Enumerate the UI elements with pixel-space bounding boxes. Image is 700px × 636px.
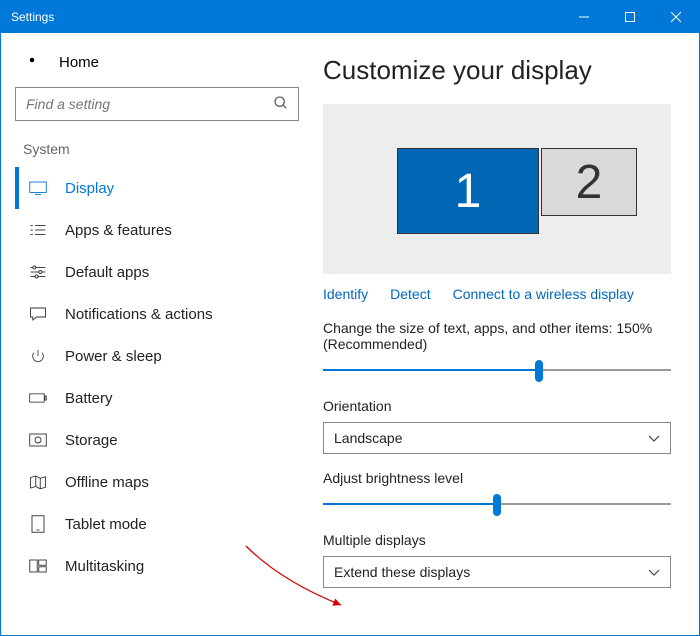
brightness-label: Adjust brightness level — [323, 470, 671, 486]
orientation-label: Orientation — [323, 398, 671, 414]
maximize-button[interactable] — [607, 1, 653, 33]
multi-display-select[interactable]: Extend these displays — [323, 556, 671, 588]
monitor-1[interactable]: 1 — [397, 148, 539, 234]
sidebar: Home System Display Apps & features Defa… — [1, 33, 313, 635]
defaults-icon — [29, 263, 47, 281]
main-panel: Customize your display 1 2 Identify Dete… — [313, 33, 699, 635]
chat-icon — [29, 305, 47, 323]
sidebar-item-label: Offline maps — [65, 474, 149, 491]
scale-slider[interactable] — [323, 358, 671, 384]
home-button[interactable]: Home — [15, 47, 299, 87]
titlebar: Settings — [1, 1, 699, 33]
orientation-value: Landscape — [334, 430, 403, 446]
sidebar-item-maps[interactable]: Offline maps — [15, 461, 299, 503]
search-input[interactable] — [15, 87, 299, 121]
sidebar-item-label: Tablet mode — [65, 516, 147, 533]
sidebar-item-apps[interactable]: Apps & features — [15, 209, 299, 251]
nav-group-label: System — [15, 135, 299, 167]
window-title: Settings — [11, 10, 561, 24]
storage-icon — [29, 431, 47, 449]
sidebar-item-label: Multitasking — [65, 558, 144, 575]
sidebar-item-multitasking[interactable]: Multitasking — [15, 545, 299, 587]
minimize-button[interactable] — [561, 1, 607, 33]
display-icon — [29, 179, 47, 197]
map-icon — [29, 473, 47, 491]
scale-label: Change the size of text, apps, and other… — [323, 320, 671, 352]
sidebar-item-power[interactable]: Power & sleep — [15, 335, 299, 377]
sidebar-item-tablet[interactable]: Tablet mode — [15, 503, 299, 545]
wireless-display-link[interactable]: Connect to a wireless display — [453, 286, 634, 302]
detect-link[interactable]: Detect — [390, 286, 430, 302]
multi-display-value: Extend these displays — [334, 564, 470, 580]
sidebar-item-notifications[interactable]: Notifications & actions — [15, 293, 299, 335]
sidebar-item-label: Power & sleep — [65, 348, 162, 365]
power-icon — [29, 347, 47, 365]
chevron-down-icon — [648, 430, 660, 446]
orientation-select[interactable]: Landscape — [323, 422, 671, 454]
home-label: Home — [59, 54, 99, 71]
sidebar-item-label: Battery — [65, 390, 113, 407]
close-button[interactable] — [653, 1, 699, 33]
sidebar-item-display[interactable]: Display — [15, 167, 299, 209]
tablet-icon — [29, 515, 47, 533]
display-preview: 1 2 — [323, 104, 671, 274]
multitask-icon — [29, 557, 47, 575]
brightness-slider[interactable] — [323, 492, 671, 518]
chevron-down-icon — [648, 564, 660, 580]
gear-icon — [23, 51, 41, 73]
identify-link[interactable]: Identify — [323, 286, 368, 302]
sidebar-item-label: Default apps — [65, 264, 149, 281]
sidebar-item-label: Display — [65, 180, 114, 197]
sidebar-item-battery[interactable]: Battery — [15, 377, 299, 419]
sidebar-item-label: Apps & features — [65, 222, 172, 239]
monitor-2[interactable]: 2 — [541, 148, 637, 216]
battery-icon — [29, 389, 47, 407]
sidebar-item-label: Notifications & actions — [65, 306, 213, 323]
multi-display-label: Multiple displays — [323, 532, 671, 548]
sidebar-item-default-apps[interactable]: Default apps — [15, 251, 299, 293]
list-icon — [29, 221, 47, 239]
sidebar-item-label: Storage — [65, 432, 118, 449]
page-title: Customize your display — [323, 55, 671, 86]
sidebar-item-storage[interactable]: Storage — [15, 419, 299, 461]
search-icon — [273, 95, 289, 116]
